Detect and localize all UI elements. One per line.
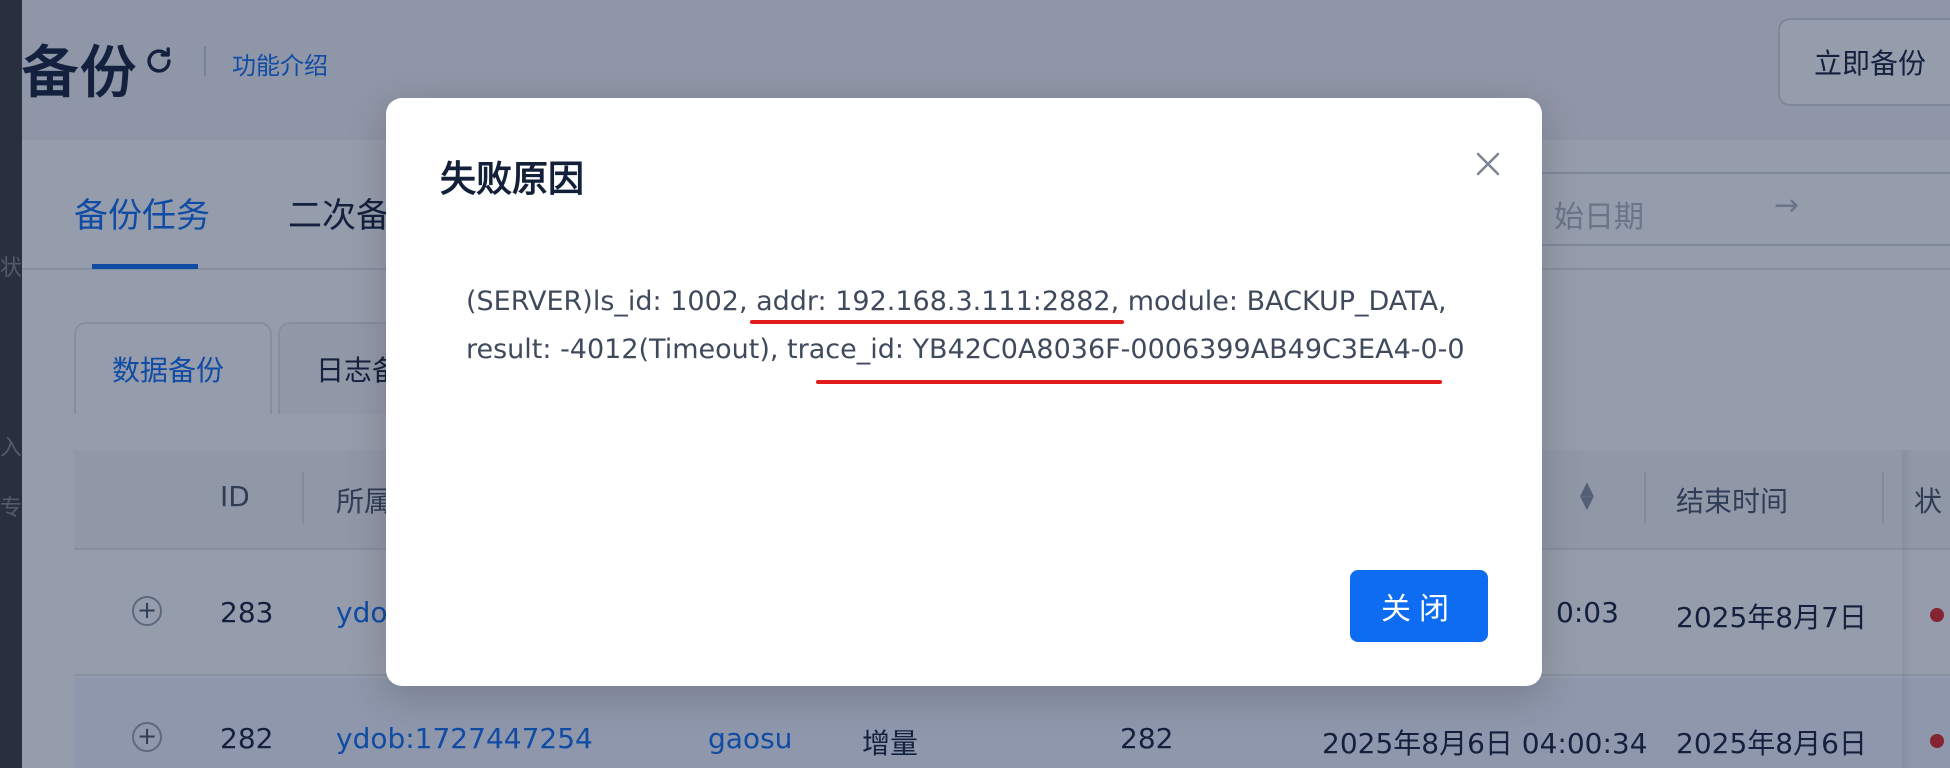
annotation-underline-addr: [750, 320, 1124, 324]
annotation-underline-trace-id: [816, 380, 1442, 384]
close-icon[interactable]: [1468, 144, 1508, 184]
failure-message-line-2: result: -4012(Timeout), trace_id: YB42C0…: [466, 334, 1465, 365]
close-dialog-button[interactable]: 关闭: [1350, 570, 1488, 642]
failure-reason-dialog: 失败原因 (SERVER)ls_id: 1002, addr: 192.168.…: [386, 98, 1542, 686]
failure-message: (SERVER)ls_id: 1002, addr: 192.168.3.111…: [466, 278, 1486, 374]
dialog-title: 失败原因: [440, 159, 585, 200]
failure-message-line-1: (SERVER)ls_id: 1002, addr: 192.168.3.111…: [466, 286, 1447, 317]
